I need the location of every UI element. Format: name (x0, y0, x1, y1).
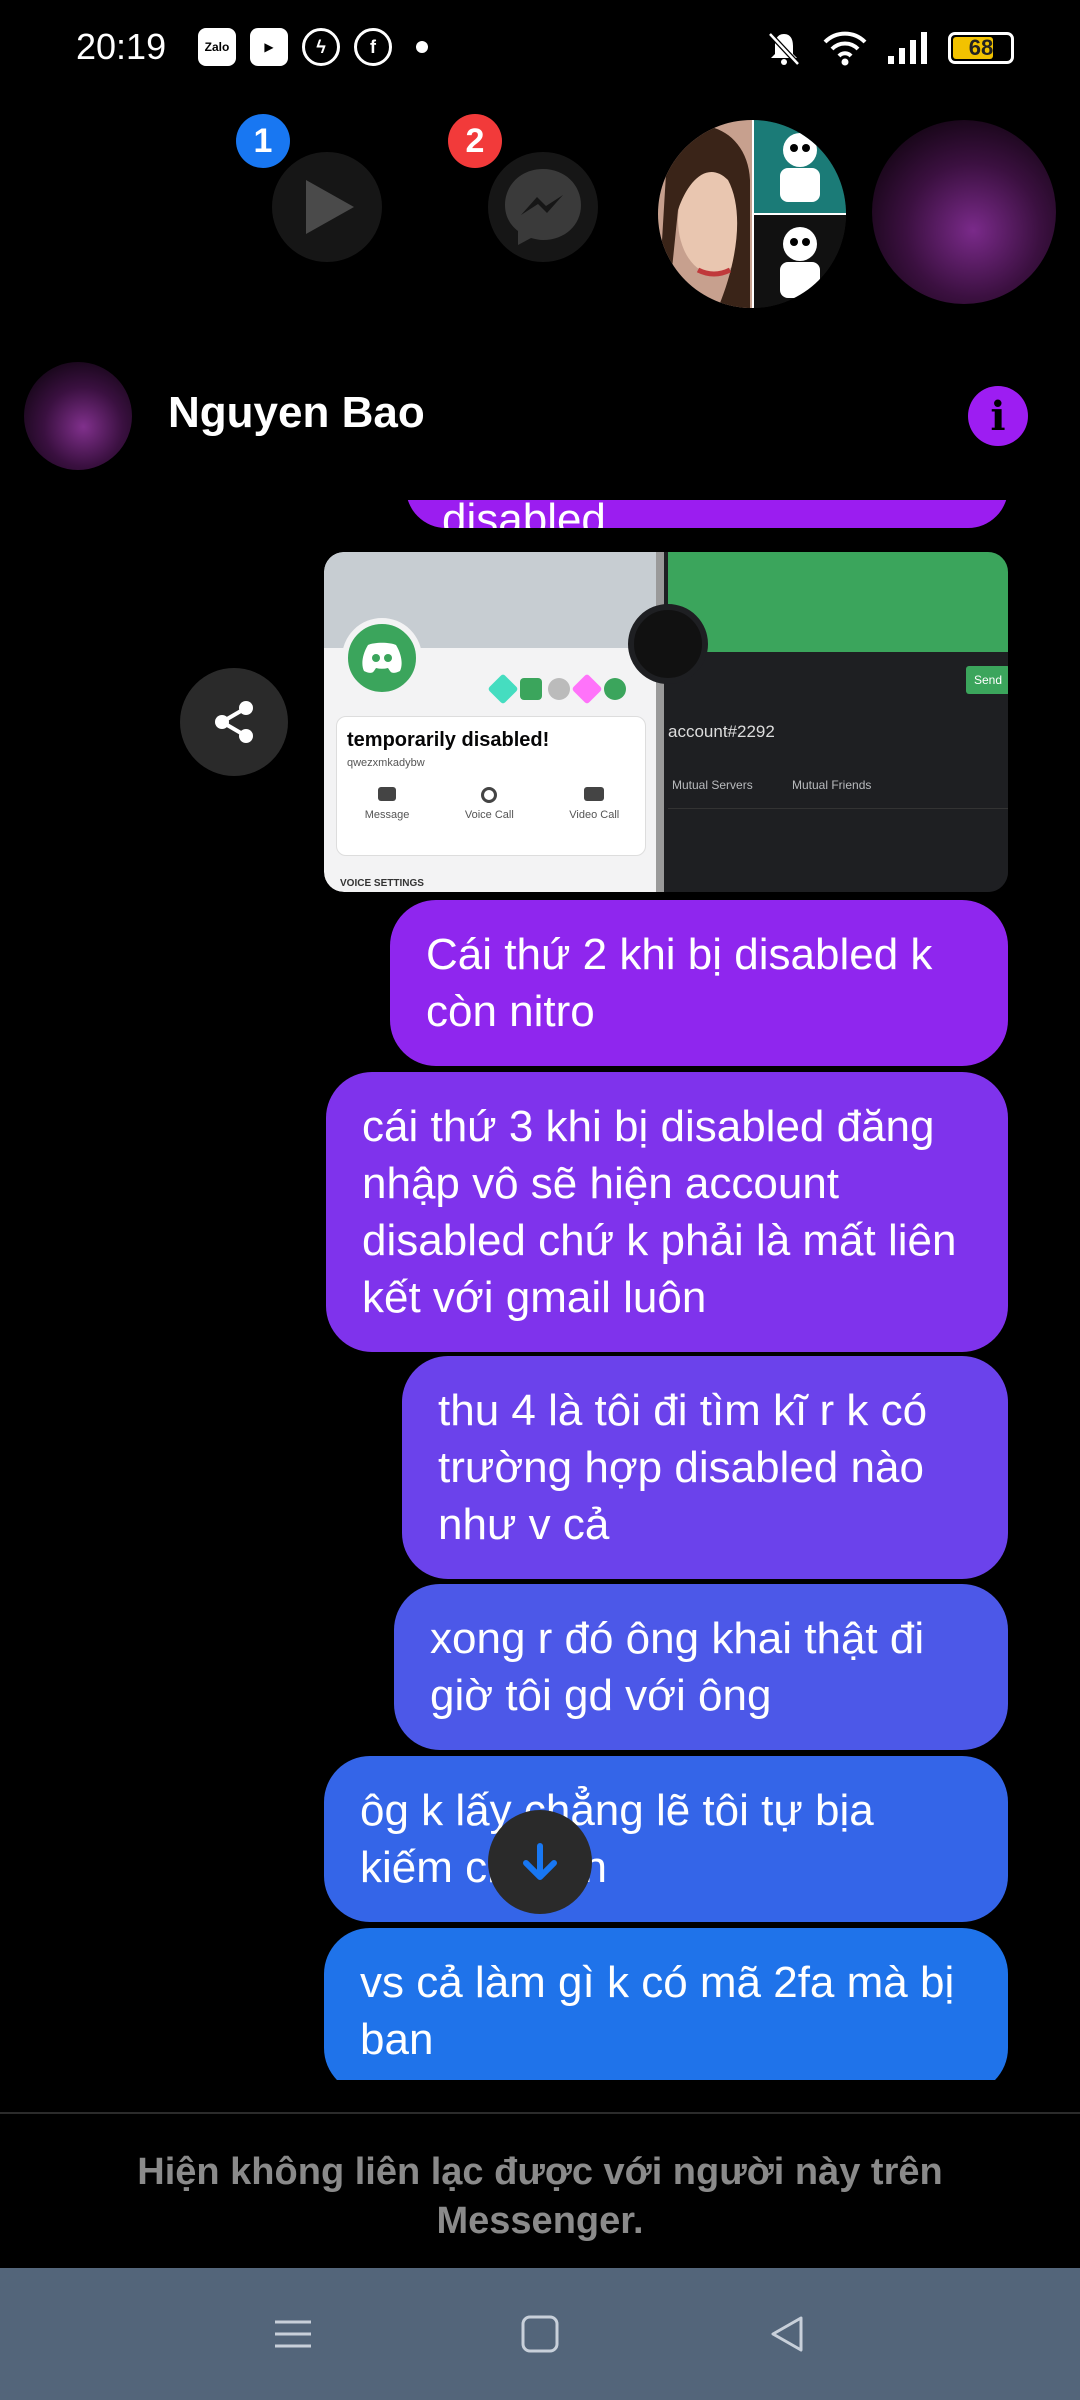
contact-name[interactable]: Nguyen Bao (168, 388, 425, 438)
chat-panel: Nguyen Bao i disabled temporarily disabl… (0, 330, 1080, 2268)
account-tag: account#2292 (668, 722, 775, 741)
message-bubble[interactable]: cái thứ 3 khi bị disabled đăng nhập vô s… (326, 1072, 1008, 1352)
discord-profile-card: temporarily disabled! qwezxmkadybw Messa… (324, 552, 664, 892)
recents-button[interactable] (263, 2304, 323, 2364)
share-icon (215, 701, 253, 743)
message-bubble[interactable]: vs cả làm gì k có mã 2fa mà bị ban (324, 1928, 1008, 2080)
more-notifications-dot (416, 41, 428, 53)
share-button[interactable] (180, 668, 288, 776)
home-icon (521, 2315, 559, 2353)
arrow-down-icon (523, 1843, 557, 1880)
message-action: Message (365, 787, 409, 821)
video-call-action: Video Call (569, 787, 619, 821)
message-bubble[interactable]: ôg k lấy chẳng lẽ tôi tự bịa kiếm chuyện (324, 1756, 1008, 1922)
system-icons: 68 (764, 28, 1014, 68)
media-app-icon: ▶ (250, 28, 288, 66)
mutual-friends-tab: Mutual Friends (792, 778, 872, 792)
message-bubble[interactable]: disabled (406, 500, 1008, 528)
message-bubble[interactable]: Cái thứ 2 khi bị disabled k còn nitro (390, 900, 1008, 1066)
contact-avatar[interactable] (872, 120, 1056, 304)
messenger-icon (505, 169, 581, 245)
status-bar: 20:19 Zalo ▶ ϟ f 68 (0, 0, 1080, 100)
home-button[interactable] (510, 2304, 570, 2364)
system-navigation-bar (0, 2268, 1080, 2400)
scroll-to-bottom-button[interactable] (488, 1810, 592, 1914)
mute-icon (768, 32, 800, 66)
notification-icons: Zalo ▶ ϟ f (198, 28, 428, 66)
messenger-chat-head[interactable] (488, 152, 598, 262)
status-time: 20:19 (76, 26, 167, 67)
play-chat-head[interactable] (272, 152, 382, 262)
battery-level: 68 (968, 35, 994, 60)
message-bubble[interactable]: xong r đó ông khai thật đi giờ tôi gd vớ… (394, 1584, 1008, 1750)
messenger-icon: ϟ (302, 28, 340, 66)
avatar[interactable] (24, 362, 132, 470)
message-bubble[interactable]: thu 4 là tôi đi tìm kĩ r k có trường hợp… (402, 1356, 1008, 1579)
notification-badge: 2 (448, 114, 502, 168)
play-icon (306, 180, 354, 234)
zalo-icon: Zalo (198, 28, 236, 66)
facebook-icon: f (354, 28, 392, 66)
info-button[interactable]: i (968, 386, 1028, 446)
chat-header: Nguyen Bao i (0, 330, 1080, 500)
notification-badge: 1 (236, 114, 290, 168)
send-button: Send (966, 666, 1008, 694)
disabled-status: temporarily disabled! (347, 729, 550, 751)
voice-settings-label: VOICE SETTINGS (340, 878, 424, 889)
signal-icon (888, 32, 927, 64)
wifi-icon (823, 31, 867, 66)
discord-account-card: Send account#2292 Mutual Servers Mutual … (628, 552, 1008, 892)
group-avatar[interactable] (658, 120, 846, 308)
unavailable-notice: Hiện không liên lạc được với người này t… (0, 2112, 1080, 2268)
back-icon (771, 2316, 803, 2352)
discord-username: qwezxmkadybw (347, 757, 425, 769)
menu-icon (275, 2320, 312, 2348)
voice-call-action: Voice Call (465, 787, 514, 821)
chat-heads-bar: 1 2 (0, 100, 1080, 330)
battery-icon: 68 (948, 32, 1014, 64)
mutual-servers-tab: Mutual Servers (672, 778, 753, 792)
image-attachment[interactable]: temporarily disabled! qwezxmkadybw Messa… (324, 552, 1008, 892)
back-button[interactable] (757, 2304, 817, 2364)
info-icon: i (990, 392, 1006, 440)
group-avatar-image (658, 120, 846, 308)
discord-logo-icon (342, 618, 422, 698)
